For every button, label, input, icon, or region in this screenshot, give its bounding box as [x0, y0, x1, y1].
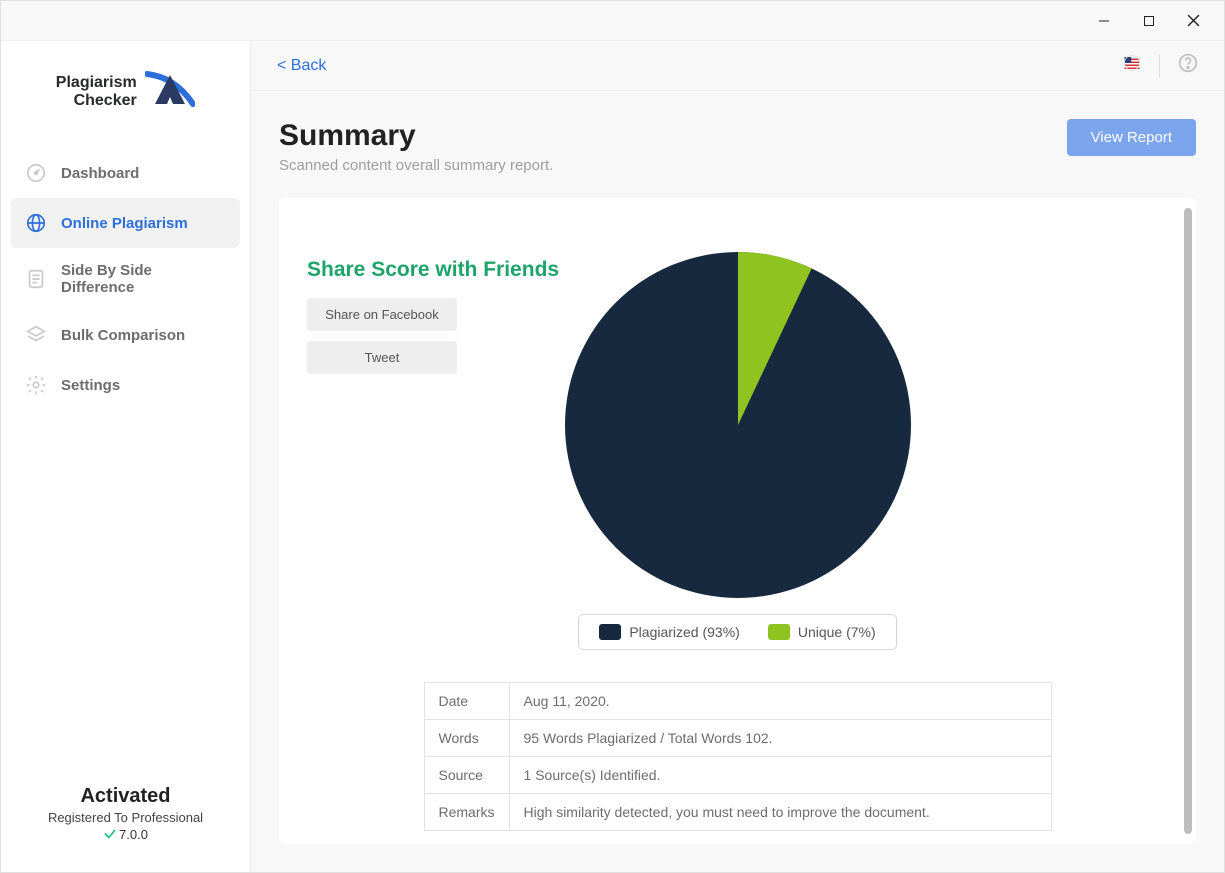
logo-line2: Checker: [56, 92, 137, 110]
table-value: 1 Source(s) Identified.: [509, 757, 1051, 794]
sidebar-footer: Activated Registered To Professional 7.0…: [1, 785, 250, 872]
sidebar-item-dashboard[interactable]: Dashboard: [11, 148, 240, 198]
chart-area: Plagiarized (93%) Unique (7%): [565, 252, 911, 650]
layers-icon: [25, 324, 47, 346]
sidebar-nav: Dashboard Online Plagiarism Side By Side…: [1, 138, 250, 785]
sidebar-item-settings[interactable]: Settings: [11, 360, 240, 410]
tweet-button[interactable]: Tweet: [307, 341, 457, 374]
summary-card: Share Score with Friends Share on Facebo…: [279, 198, 1196, 844]
table-value: High similarity detected, you must need …: [509, 794, 1051, 831]
legend-label: Plagiarized (93%): [629, 624, 740, 640]
table-key: Remarks: [424, 794, 509, 831]
main: < Back Summary Scanned content overall s…: [251, 41, 1224, 872]
legend-swatch: [599, 624, 621, 640]
table-row: RemarksHigh similarity detected, you mus…: [424, 794, 1051, 831]
activated-label: Activated: [11, 785, 240, 808]
table-key: Date: [424, 683, 509, 720]
sidebar-item-label: Dashboard: [61, 165, 139, 182]
help-icon[interactable]: [1178, 53, 1198, 78]
sidebar-item-label: Bulk Comparison: [61, 327, 185, 344]
page-subtitle: Scanned content overall summary report.: [279, 157, 553, 174]
legend-label: Unique (7%): [798, 624, 876, 640]
logo-line1: Plagiarism: [56, 74, 137, 92]
sidebar-item-side-by-side[interactable]: Side By Side Difference: [11, 248, 240, 310]
gauge-icon: [25, 162, 47, 184]
share-title: Share Score with Friends: [307, 258, 559, 282]
check-icon: [103, 827, 117, 841]
page-head: Summary Scanned content overall summary …: [251, 91, 1224, 198]
document-icon: [25, 268, 47, 290]
topbar: < Back: [251, 41, 1224, 91]
table-key: Source: [424, 757, 509, 794]
table-value: 95 Words Plagiarized / Total Words 102.: [509, 720, 1051, 757]
table-value: Aug 11, 2020.: [509, 683, 1051, 720]
sidebar-item-bulk-comparison[interactable]: Bulk Comparison: [11, 310, 240, 360]
table-row: Source1 Source(s) Identified.: [424, 757, 1051, 794]
sidebar: Plagiarism Checker Dashboard: [1, 41, 251, 872]
close-button[interactable]: [1171, 5, 1216, 37]
pie-chart: [565, 252, 911, 598]
titlebar: [1, 1, 1224, 41]
scrollbar[interactable]: [1184, 208, 1192, 834]
table-key: Words: [424, 720, 509, 757]
sidebar-item-label: Side By Side Difference: [61, 262, 226, 296]
legend-swatch: [768, 624, 790, 640]
sidebar-item-label: Online Plagiarism: [61, 215, 188, 232]
app-logo: Plagiarism Checker: [1, 41, 250, 138]
version-label: 7.0.0: [11, 827, 240, 842]
summary-table: DateAug 11, 2020.Words95 Words Plagiariz…: [424, 682, 1052, 831]
back-link[interactable]: < Back: [277, 57, 326, 75]
share-block: Share Score with Friends Share on Facebo…: [307, 258, 559, 384]
legend-item: Unique (7%): [768, 623, 876, 641]
globe-icon: [25, 212, 47, 234]
logo-mark-icon: [145, 69, 195, 114]
legend-item: Plagiarized (93%): [599, 623, 740, 641]
flag-icon[interactable]: [1123, 54, 1141, 77]
maximize-button[interactable]: [1126, 5, 1171, 37]
chart-legend: Plagiarized (93%) Unique (7%): [578, 614, 896, 650]
sidebar-item-label: Settings: [61, 377, 120, 394]
gear-icon: [25, 374, 47, 396]
sidebar-item-online-plagiarism[interactable]: Online Plagiarism: [11, 198, 240, 248]
registered-label: Registered To Professional: [11, 810, 240, 825]
table-row: DateAug 11, 2020.: [424, 683, 1051, 720]
view-report-button[interactable]: View Report: [1067, 119, 1196, 156]
page-title: Summary: [279, 119, 553, 153]
share-facebook-button[interactable]: Share on Facebook: [307, 298, 457, 331]
table-row: Words95 Words Plagiarized / Total Words …: [424, 720, 1051, 757]
minimize-button[interactable]: [1081, 5, 1126, 37]
divider: [1159, 55, 1160, 77]
